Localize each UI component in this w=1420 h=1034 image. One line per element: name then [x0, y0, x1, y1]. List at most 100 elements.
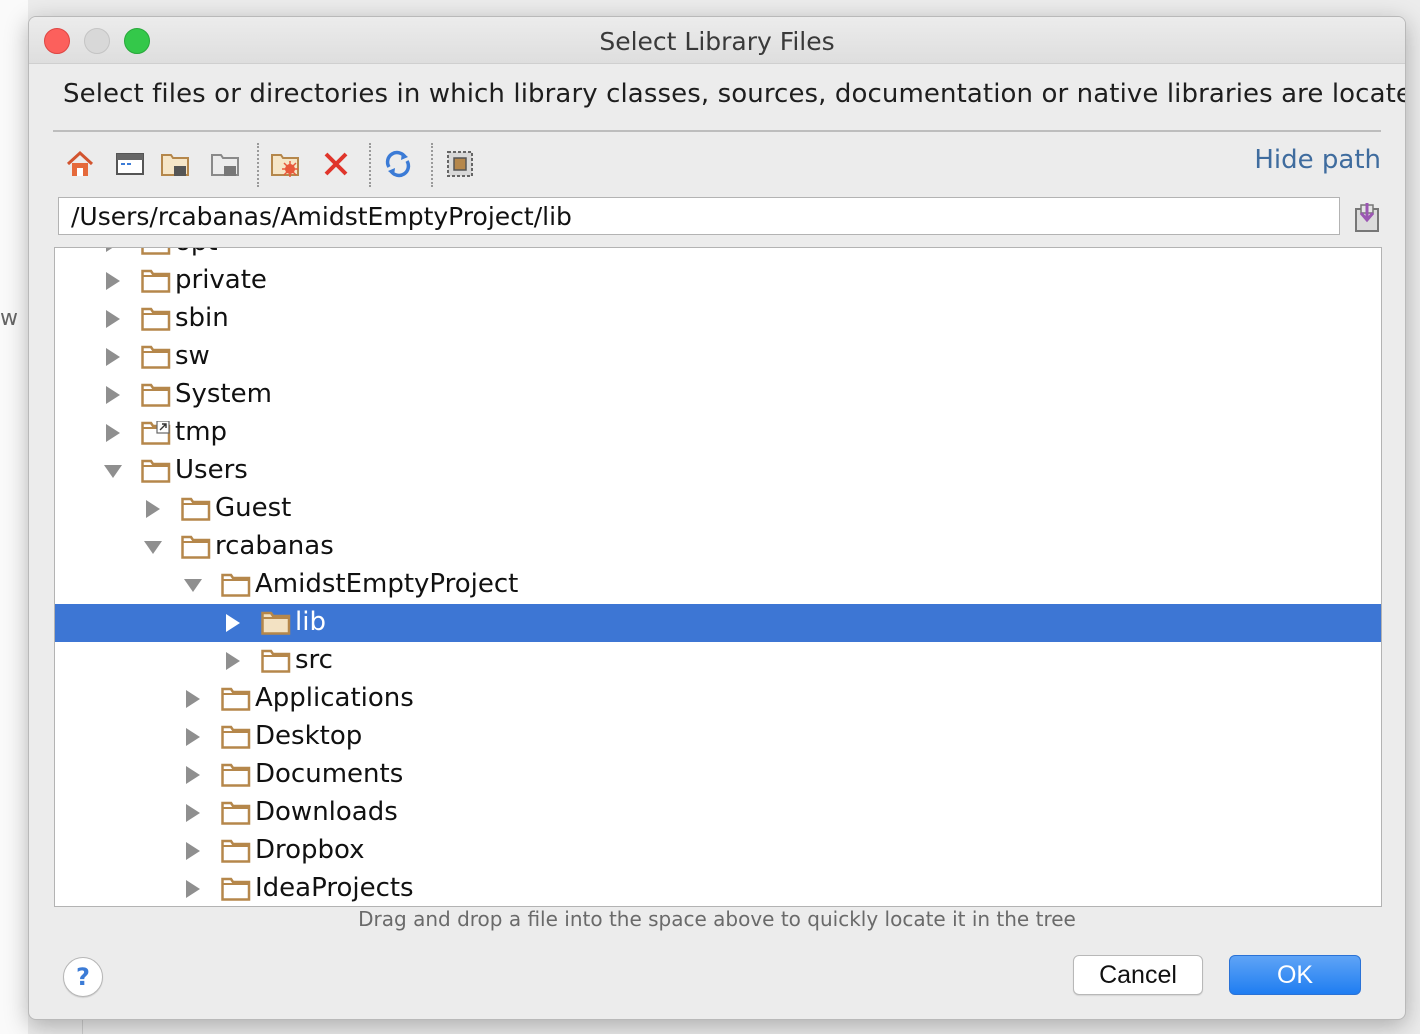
project-folder-icon[interactable]: [159, 147, 193, 181]
tree-row[interactable]: IdeaProjects: [55, 870, 1381, 906]
window-title: Select Library Files: [599, 27, 835, 56]
tree-row[interactable]: tmp: [55, 414, 1381, 452]
tree-row-label: Documents: [255, 759, 404, 789]
folder-icon: [141, 269, 171, 293]
folder-icon: [181, 535, 211, 559]
toolbar-separator: [431, 143, 433, 187]
expanded-arrow-icon[interactable]: [181, 566, 205, 604]
tree-row-label: Downloads: [255, 797, 398, 827]
help-button[interactable]: ?: [63, 957, 103, 997]
tree-row[interactable]: Documents: [55, 756, 1381, 794]
refresh-icon[interactable]: [381, 147, 415, 181]
folder-icon: [141, 383, 171, 407]
tree-row-label: rcabanas: [215, 531, 334, 561]
collapsed-arrow-icon[interactable]: [181, 756, 205, 794]
collapsed-arrow-icon[interactable]: [101, 338, 125, 376]
tree-row[interactable]: sbin: [55, 300, 1381, 338]
hide-path-link[interactable]: Hide path: [1254, 145, 1381, 175]
collapsed-arrow-icon[interactable]: [181, 832, 205, 870]
collapsed-arrow-icon[interactable]: [141, 490, 165, 528]
module-folder-icon[interactable]: [209, 147, 243, 181]
collapsed-arrow-icon[interactable]: [101, 300, 125, 338]
tree-row[interactable]: private: [55, 262, 1381, 300]
tree-row[interactable]: Applications: [55, 680, 1381, 718]
folder-icon: [221, 763, 251, 787]
tree-row-label: sw: [175, 341, 210, 371]
folder-icon: [141, 345, 171, 369]
collapsed-arrow-icon[interactable]: [101, 248, 125, 262]
tree-row-label: System: [175, 379, 272, 409]
folder-icon: [221, 573, 251, 597]
expanded-arrow-icon[interactable]: [141, 528, 165, 566]
tree-row-label: Desktop: [255, 721, 363, 751]
file-tree[interactable]: opt private sbin sw System tmp Users Guest rcaba…: [54, 247, 1382, 907]
collapsed-arrow-icon[interactable]: [101, 262, 125, 300]
background-window: [0, 0, 28, 1034]
tree-row[interactable]: Guest: [55, 490, 1381, 528]
tree-row-label: Guest: [215, 493, 292, 523]
collapsed-arrow-icon[interactable]: [221, 642, 245, 680]
delete-icon[interactable]: [319, 147, 353, 181]
cancel-button[interactable]: Cancel: [1073, 955, 1203, 995]
folder-icon: [141, 248, 171, 255]
folder-icon: [221, 725, 251, 749]
drag-drop-hint: Drag and drop a file into the space abov…: [358, 907, 1076, 931]
folder-icon: [221, 687, 251, 711]
tree-row[interactable]: sw: [55, 338, 1381, 376]
tree-row[interactable]: Downloads: [55, 794, 1381, 832]
folder-icon: [221, 839, 251, 863]
new-folder-icon[interactable]: [269, 147, 303, 181]
collapsed-arrow-icon[interactable]: [221, 604, 245, 642]
tree-row-label: tmp: [175, 417, 228, 447]
tree-row[interactable]: Users: [55, 452, 1381, 490]
collapsed-arrow-icon[interactable]: [181, 794, 205, 832]
folder-icon: [261, 611, 291, 635]
background-partial-text: w: [0, 306, 18, 331]
tree-row[interactable]: System: [55, 376, 1381, 414]
tree-row-label: Applications: [255, 683, 414, 713]
tree-row-label: AmidstEmptyProject: [255, 569, 519, 599]
path-history-icon[interactable]: [1353, 201, 1381, 233]
ok-button[interactable]: OK: [1229, 955, 1361, 995]
file-chooser-toolbar: [63, 143, 523, 189]
tree-row[interactable]: Desktop: [55, 718, 1381, 756]
collapsed-arrow-icon[interactable]: [181, 718, 205, 756]
dialog-description: Select files or directories in which lib…: [63, 79, 1406, 109]
toolbar-separator: [257, 143, 259, 187]
collapsed-arrow-icon[interactable]: [181, 680, 205, 718]
select-library-files-dialog: Select Library Files Select files or dir…: [28, 16, 1406, 1020]
tree-row-label: Users: [175, 455, 248, 485]
toolbar-separator: [369, 143, 371, 187]
home-icon[interactable]: [63, 147, 97, 181]
tree-row-label: opt: [175, 248, 218, 257]
tree-row[interactable]: rcabanas: [55, 528, 1381, 566]
background-divider: [82, 1018, 83, 1034]
tree-row[interactable]: src: [55, 642, 1381, 680]
path-field[interactable]: [58, 197, 1340, 235]
folder-link-icon: [141, 420, 171, 445]
tree-row-label: private: [175, 265, 267, 295]
expanded-arrow-icon[interactable]: [101, 452, 125, 490]
tree-row[interactable]: lib: [55, 604, 1381, 642]
folder-icon: [261, 649, 291, 673]
tree-row-label: src: [295, 645, 333, 675]
folder-icon: [181, 497, 211, 521]
header-divider: [53, 130, 1381, 132]
folder-icon: [141, 459, 171, 483]
tree-row-label: IdeaProjects: [255, 873, 414, 903]
tree-row-label: sbin: [175, 303, 229, 333]
tree-row[interactable]: opt: [55, 248, 1381, 262]
tree-row-label: lib: [295, 607, 326, 637]
collapsed-arrow-icon[interactable]: [101, 376, 125, 414]
tree-row[interactable]: AmidstEmptyProject: [55, 566, 1381, 604]
folder-icon: [221, 801, 251, 825]
tree-row-label: Dropbox: [255, 835, 365, 865]
folder-icon: [221, 877, 251, 901]
show-hidden-icon[interactable]: [443, 147, 477, 181]
desktop-icon[interactable]: [113, 147, 147, 181]
folder-icon: [141, 307, 171, 331]
collapsed-arrow-icon[interactable]: [101, 414, 125, 452]
collapsed-arrow-icon[interactable]: [181, 870, 205, 906]
tree-row[interactable]: Dropbox: [55, 832, 1381, 870]
title-bar: Select Library Files: [29, 17, 1405, 64]
